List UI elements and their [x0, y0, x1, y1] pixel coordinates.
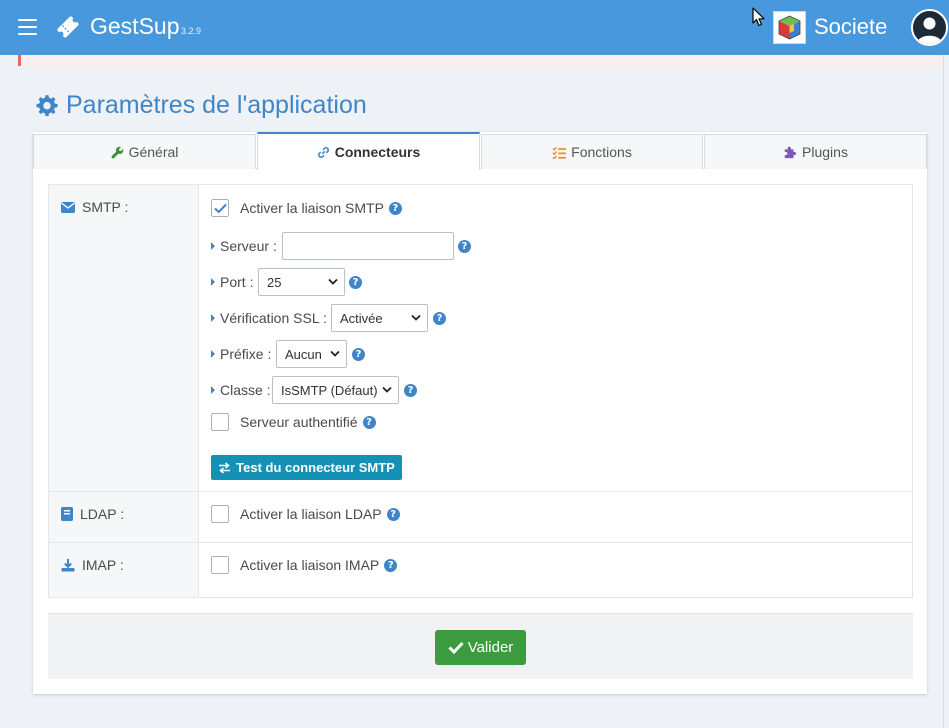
- tab-general[interactable]: Général: [33, 134, 256, 169]
- top-navbar: GestSup 3.2.9 Societe: [0, 0, 949, 55]
- help-icon[interactable]: ?: [388, 201, 402, 215]
- ticket-logo-icon: [57, 16, 79, 38]
- connectors-table: SMTP : Activer la liaison SMTP? Serveur …: [48, 184, 913, 598]
- help-icon[interactable]: ?: [362, 415, 376, 429]
- page-title-text: Paramètres de l'application: [66, 90, 367, 119]
- tab-fonctions[interactable]: Fonctions: [481, 134, 703, 169]
- validate-button[interactable]: Valider: [435, 630, 526, 665]
- help-icon[interactable]: ?: [352, 348, 365, 361]
- imap-enable-checkbox[interactable]: [211, 556, 229, 574]
- ldap-row-label: LDAP :: [61, 506, 124, 522]
- imap-enable-label: Activer la liaison IMAP?: [240, 557, 398, 573]
- smtp-port-select[interactable]: 25: [258, 268, 345, 296]
- help-icon[interactable]: ?: [349, 276, 362, 289]
- menu-toggle-icon[interactable]: [18, 19, 37, 35]
- page-border: [943, 55, 944, 728]
- smtp-enable-checkbox[interactable]: [211, 199, 229, 217]
- label-column: [49, 185, 199, 597]
- imap-row-label: IMAP :: [61, 557, 124, 573]
- smtp-server-input[interactable]: [282, 232, 454, 260]
- company-logo-icon: [773, 11, 806, 44]
- tab-general-label: Général: [128, 144, 179, 160]
- settings-card: Général Connecteurs Fonctions Plugins SM…: [33, 132, 927, 694]
- smtp-port-label: Port :: [211, 268, 253, 296]
- wrench-icon: [111, 146, 123, 158]
- chevron-down-icon: [330, 350, 340, 357]
- caret-right-icon: [211, 278, 215, 286]
- gear-icon: [36, 94, 58, 116]
- link-icon: [317, 146, 329, 158]
- user-avatar-icon[interactable]: [911, 9, 948, 46]
- checkmark-icon: [214, 203, 227, 214]
- mouse-cursor-icon: [752, 7, 765, 27]
- page-title: Paramètres de l'application: [34, 89, 367, 121]
- card-footer: Valider: [48, 613, 913, 679]
- smtp-ssl-label: Vérification SSL :: [211, 304, 327, 332]
- brand-version: 3.2.9: [181, 26, 202, 36]
- tab-plugins-label: Plugins: [802, 144, 848, 160]
- row-separator: [49, 542, 912, 543]
- help-icon[interactable]: ?: [386, 507, 400, 521]
- company-name: Societe: [814, 14, 888, 39]
- caret-right-icon: [211, 242, 215, 250]
- smtp-prefix-select[interactable]: Aucun: [276, 340, 347, 368]
- row-separator: [49, 491, 912, 492]
- alert-strip: [18, 55, 942, 66]
- tab-plugins[interactable]: Plugins: [704, 134, 927, 169]
- smtp-auth-label: Serveur authentifié?: [240, 414, 376, 430]
- tab-connecteurs[interactable]: Connecteurs: [257, 132, 480, 170]
- book-icon: [61, 507, 73, 521]
- caret-right-icon: [211, 386, 215, 394]
- chevron-down-icon: [382, 386, 392, 393]
- tab-connecteurs-label: Connecteurs: [334, 144, 421, 160]
- chevron-down-icon: [328, 278, 338, 285]
- puzzle-icon: [784, 146, 797, 159]
- envelope-icon: [61, 201, 75, 213]
- help-icon[interactable]: ?: [384, 558, 398, 572]
- smtp-class-select[interactable]: IsSMTP (Défaut): [272, 376, 399, 404]
- chevron-down-icon: [411, 314, 421, 321]
- ldap-enable-label: Activer la liaison LDAP?: [240, 506, 400, 522]
- exchange-icon: [219, 461, 231, 474]
- help-icon[interactable]: ?: [433, 312, 446, 325]
- help-icon[interactable]: ?: [458, 240, 471, 253]
- tab-bar: Général Connecteurs Fonctions Plugins: [33, 132, 927, 170]
- help-icon[interactable]: ?: [404, 384, 417, 397]
- smtp-prefix-label: Préfixe :: [211, 340, 271, 368]
- smtp-enable-label: Activer la liaison SMTP?: [240, 200, 402, 216]
- caret-right-icon: [211, 350, 215, 358]
- smtp-class-label: Classe :: [211, 376, 271, 404]
- caret-right-icon: [211, 314, 215, 322]
- brand-name[interactable]: GestSup: [90, 13, 180, 40]
- smtp-ssl-select[interactable]: Activée: [331, 304, 428, 332]
- smtp-auth-checkbox[interactable]: [211, 413, 229, 431]
- check-icon: [448, 641, 464, 654]
- smtp-server-label: Serveur :: [211, 232, 277, 260]
- ldap-enable-checkbox[interactable]: [211, 505, 229, 523]
- list-check-icon: [552, 146, 567, 159]
- test-smtp-button[interactable]: Test du connecteur SMTP: [211, 455, 402, 480]
- smtp-row-label: SMTP :: [61, 199, 128, 215]
- tab-fonctions-label: Fonctions: [571, 144, 632, 160]
- download-icon: [61, 559, 75, 572]
